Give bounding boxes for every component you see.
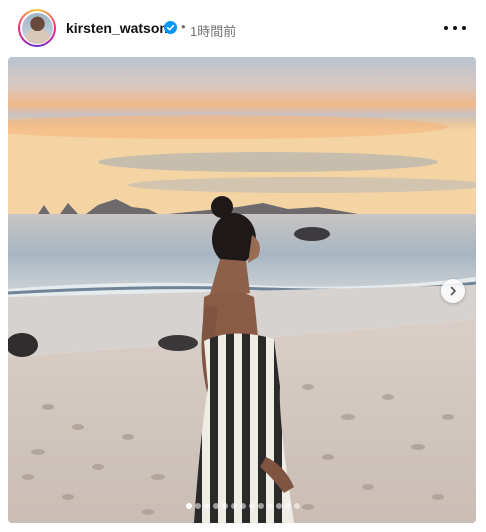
separator-dot: • (181, 19, 186, 34)
more-options-icon[interactable] (444, 19, 466, 37)
carousel-indicator (0, 503, 486, 511)
avatar[interactable] (21, 12, 53, 44)
carousel-dot (195, 503, 201, 509)
carousel-dot (231, 503, 237, 509)
next-slide-button[interactable] (441, 279, 465, 303)
verified-badge-icon (164, 21, 177, 34)
story-ring[interactable] (18, 9, 56, 47)
carousel-dot (240, 503, 246, 509)
carousel-dot (222, 503, 228, 509)
post-header: kirsten_watson • 1時間前 (0, 0, 486, 56)
carousel-dot (186, 503, 192, 509)
username-link[interactable]: kirsten_watson (66, 20, 168, 36)
carousel-dot (276, 503, 282, 509)
post-photo[interactable] (8, 57, 476, 523)
carousel-dot (213, 503, 219, 509)
chevron-right-icon (450, 286, 456, 296)
carousel-dot (267, 503, 273, 509)
carousel-dot (294, 503, 300, 509)
carousel-dot (285, 503, 291, 509)
carousel-dot (204, 503, 210, 509)
carousel-dot (258, 503, 264, 509)
post-timestamp[interactable]: 1時間前 (190, 21, 236, 40)
carousel-dot (249, 503, 255, 509)
